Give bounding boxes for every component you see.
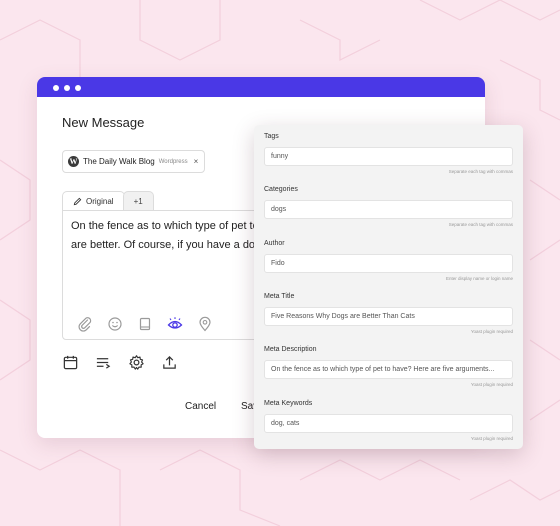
meta-description-hint: Yoast plugin required (470, 382, 513, 387)
wordpress-icon: W (68, 156, 79, 167)
categories-hint: Separate each tag with commas (448, 222, 513, 227)
paperclip-icon[interactable] (77, 316, 93, 332)
tab-original-label: Original (86, 197, 114, 206)
tags-field: Tags funny Separate each tag with commas (264, 133, 513, 175)
remove-account-button[interactable]: × (194, 157, 199, 166)
meta-title-input[interactable]: Five Reasons Why Dogs are Better Than Ca… (264, 307, 513, 326)
message-body[interactable]: On the fence as to which type of pet to … (71, 217, 257, 255)
meta-title-label: Meta Title (264, 293, 295, 300)
tab-add-variant[interactable]: +1 (122, 191, 154, 211)
meta-keywords-hint: Yoast plugin required (470, 436, 513, 441)
meta-keywords-field: Meta Keywords dog, cats Yoast plugin req… (264, 400, 513, 442)
editor-tabs: Original +1 (62, 191, 154, 211)
calendar-icon[interactable] (62, 354, 79, 371)
categories-input[interactable]: dogs (264, 200, 513, 219)
tab-add-variant-label: +1 (133, 197, 143, 206)
tab-original[interactable]: Original (62, 191, 125, 211)
book-icon[interactable] (137, 316, 153, 332)
upload-icon[interactable] (161, 354, 178, 371)
account-chip[interactable]: W The Daily Walk Blog Wordpress × (62, 150, 206, 173)
window-dot[interactable] (75, 85, 81, 91)
meta-title-hint: Yoast plugin required (470, 329, 513, 334)
tags-input[interactable]: funny (264, 147, 513, 166)
meta-description-label: Meta Description (264, 346, 317, 353)
cancel-button[interactable]: Cancel (185, 401, 216, 412)
account-platform: Wordpress (158, 158, 188, 165)
tags-label: Tags (264, 133, 279, 140)
window-dot[interactable] (53, 85, 59, 91)
meta-description-field: Meta Description On the fence as to whic… (264, 346, 513, 388)
location-pin-icon[interactable] (197, 316, 213, 332)
emoji-icon[interactable] (107, 316, 123, 332)
author-field: Author Fido Enter display name or login … (264, 240, 513, 282)
pencil-icon (73, 197, 82, 206)
meta-keywords-label: Meta Keywords (264, 400, 313, 407)
message-line: On the fence as to which type of pet to … (71, 220, 257, 232)
author-label: Author (264, 240, 285, 247)
categories-field: Categories dogs Separate each tag with c… (264, 186, 513, 228)
editor-toolbar (77, 316, 213, 332)
window-titlebar (37, 77, 485, 97)
meta-description-input[interactable]: On the fence as to which type of pet to … (264, 360, 513, 379)
page-title: New Message (62, 115, 145, 130)
gear-icon[interactable] (128, 354, 145, 371)
meta-keywords-input[interactable]: dog, cats (264, 414, 513, 433)
account-name: The Daily Walk Blog (83, 157, 155, 166)
author-hint: Enter display name or login name (445, 276, 513, 281)
message-line: are better. Of course, if you have a dog… (71, 239, 257, 251)
queue-icon[interactable] (95, 354, 112, 371)
post-toolbar (62, 354, 178, 371)
categories-label: Categories (264, 186, 298, 193)
eye-icon[interactable] (167, 316, 183, 332)
tags-hint: Separate each tag with commas (448, 169, 513, 174)
meta-title-field: Meta Title Five Reasons Why Dogs are Bet… (264, 293, 513, 335)
save-button[interactable]: Sav (241, 401, 255, 412)
author-input[interactable]: Fido (264, 254, 513, 273)
post-settings-panel: Tags funny Separate each tag with commas… (254, 125, 523, 449)
window-dot[interactable] (64, 85, 70, 91)
